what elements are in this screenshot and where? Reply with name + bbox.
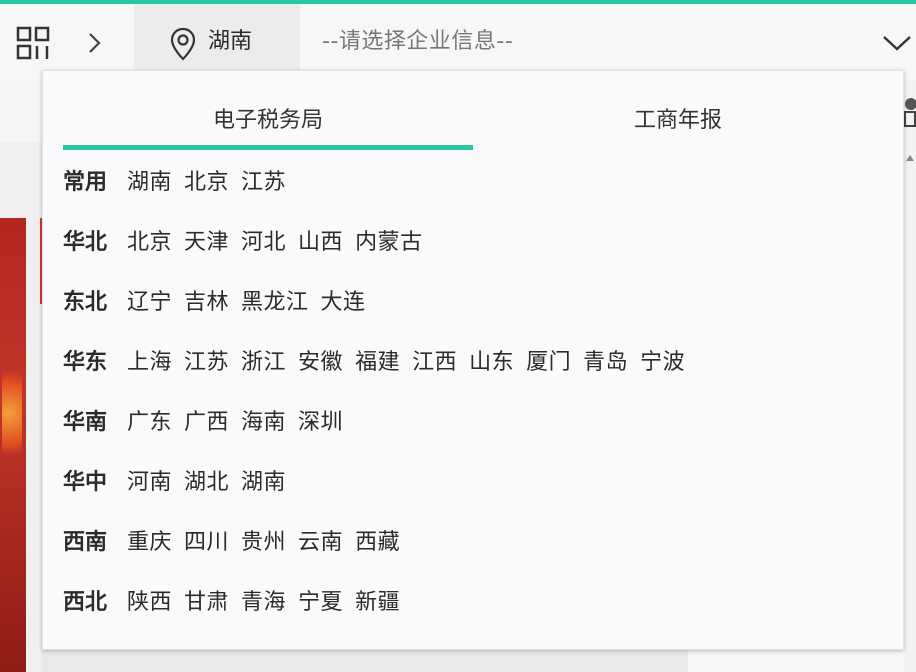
province-option[interactable]: 湖北 bbox=[184, 463, 229, 503]
side-widget-icon bbox=[904, 98, 916, 127]
active-tab-indicator bbox=[63, 145, 473, 150]
province-option[interactable]: 海南 bbox=[241, 403, 286, 443]
region-label: 华北 bbox=[63, 230, 108, 255]
chevron-right-icon[interactable] bbox=[84, 28, 106, 58]
province-option[interactable]: 四川 bbox=[184, 523, 229, 563]
location-pin-icon bbox=[170, 27, 196, 61]
province-option[interactable]: 大连 bbox=[321, 283, 366, 323]
province-option[interactable]: 江苏 bbox=[184, 343, 229, 383]
province-option[interactable]: 河南 bbox=[127, 463, 172, 503]
region-row: 西南 重庆 四川 贵州 云南 西藏 bbox=[63, 523, 883, 583]
province-option[interactable]: 安徽 bbox=[298, 343, 343, 383]
province-option[interactable]: 贵州 bbox=[241, 523, 286, 563]
region-label: 西北 bbox=[63, 590, 108, 615]
province-option[interactable]: 天津 bbox=[184, 223, 229, 263]
province-option[interactable]: 广西 bbox=[184, 403, 229, 443]
province-option[interactable]: 陕西 bbox=[127, 583, 172, 623]
province-option[interactable]: 宁波 bbox=[640, 343, 685, 383]
province-option[interactable]: 江苏 bbox=[241, 163, 286, 203]
current-location[interactable]: 湖南 bbox=[208, 24, 252, 60]
region-label: 华东 bbox=[63, 350, 108, 375]
province-option[interactable]: 河北 bbox=[241, 223, 286, 263]
region-label: 常用 bbox=[63, 170, 108, 195]
background-right-panel bbox=[904, 80, 916, 672]
background-footer bbox=[688, 650, 904, 672]
province-option[interactable]: 内蒙古 bbox=[355, 223, 423, 263]
province-option[interactable]: 上海 bbox=[127, 343, 172, 383]
region-row: 华南 广东 广西 海南 深圳 bbox=[63, 403, 883, 463]
region-row: 华中 河南 湖北 湖南 bbox=[63, 463, 883, 523]
company-select-placeholder[interactable]: --请选择企业信息-- bbox=[322, 24, 513, 60]
province-option[interactable]: 山西 bbox=[298, 223, 343, 263]
tab-e-tax-bureau[interactable]: 电子税务局 bbox=[63, 101, 473, 147]
province-option[interactable]: 甘肃 bbox=[184, 583, 229, 623]
province-option[interactable]: 福建 bbox=[355, 343, 400, 383]
tab-business-annual-report[interactable]: 工商年报 bbox=[473, 101, 883, 147]
province-option[interactable]: 辽宁 bbox=[127, 283, 172, 323]
region-dropdown: 电子税务局 工商年报 常用 湖南 北京 江苏 华北 北京 天津 河北 山西 内蒙古 东北 辽宁 吉林 黑龙… bbox=[42, 70, 904, 650]
chevron-down-icon[interactable] bbox=[880, 32, 914, 54]
region-row: 西北 陕西 甘肃 青海 宁夏 新疆 bbox=[63, 583, 883, 643]
province-option[interactable]: 新疆 bbox=[355, 583, 400, 623]
region-label: 东北 bbox=[63, 290, 108, 315]
province-option[interactable]: 深圳 bbox=[298, 403, 343, 443]
province-option[interactable]: 吉林 bbox=[184, 283, 229, 323]
province-option[interactable]: 青海 bbox=[241, 583, 286, 623]
province-option[interactable]: 北京 bbox=[184, 163, 229, 203]
region-row: 华东 上海 江苏 浙江 安徽 福建 江西 山东 厦门 青岛 宁波 bbox=[63, 343, 883, 403]
province-option[interactable]: 湖南 bbox=[127, 163, 172, 203]
province-option[interactable]: 江西 bbox=[412, 343, 457, 383]
province-option[interactable]: 重庆 bbox=[127, 523, 172, 563]
region-row: 常用 湖南 北京 江苏 bbox=[63, 163, 883, 223]
province-option[interactable]: 宁夏 bbox=[298, 583, 343, 623]
background-banner-image bbox=[0, 218, 26, 672]
province-option[interactable]: 青岛 bbox=[583, 343, 628, 383]
province-option[interactable]: 湖南 bbox=[241, 463, 286, 503]
region-label: 西南 bbox=[63, 530, 108, 555]
scroll-up-icon[interactable] bbox=[904, 150, 916, 166]
province-option[interactable]: 黑龙江 bbox=[241, 283, 309, 323]
province-option[interactable]: 厦门 bbox=[526, 343, 571, 383]
province-option[interactable]: 云南 bbox=[298, 523, 343, 563]
region-list: 常用 湖南 北京 江苏 华北 北京 天津 河北 山西 内蒙古 东北 辽宁 吉林 黑龙江 大连 华东 上海 江苏 浙江… bbox=[63, 163, 883, 643]
province-option[interactable]: 北京 bbox=[127, 223, 172, 263]
region-row: 华北 北京 天津 河北 山西 内蒙古 bbox=[63, 223, 883, 283]
grid-icon[interactable] bbox=[16, 26, 52, 62]
province-option[interactable]: 广东 bbox=[127, 403, 172, 443]
region-row: 东北 辽宁 吉林 黑龙江 大连 bbox=[63, 283, 883, 343]
region-label: 华中 bbox=[63, 470, 108, 495]
province-option[interactable]: 西藏 bbox=[355, 523, 400, 563]
province-option[interactable]: 山东 bbox=[469, 343, 514, 383]
province-option[interactable]: 浙江 bbox=[241, 343, 286, 383]
region-label: 华南 bbox=[63, 410, 108, 435]
